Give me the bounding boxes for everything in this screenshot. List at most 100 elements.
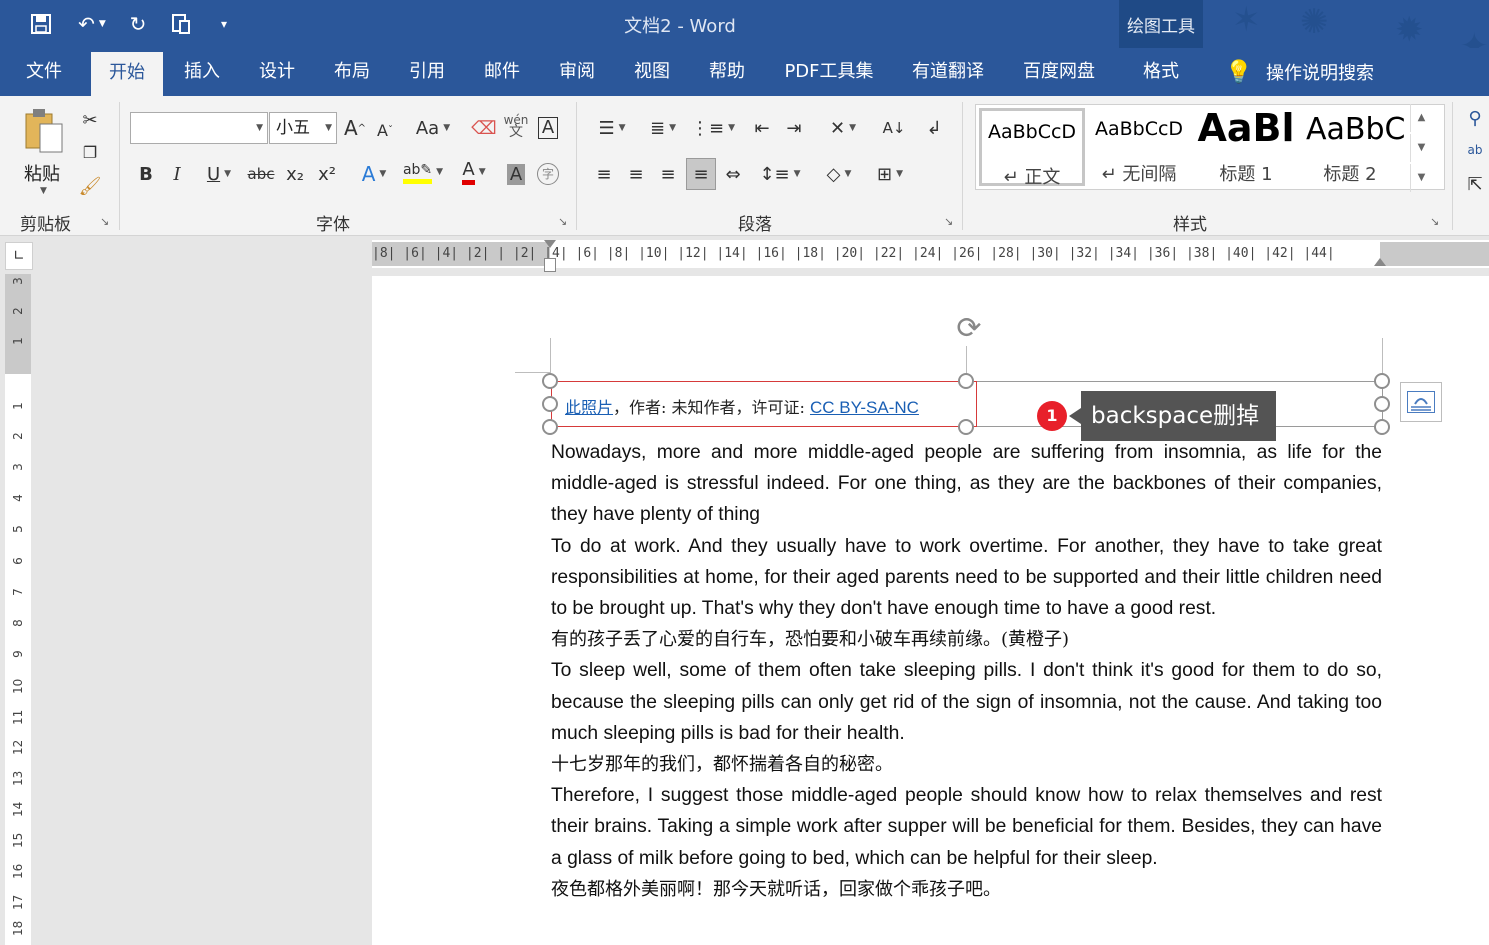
- align-left-icon[interactable]: ≡: [590, 160, 618, 188]
- resize-handle[interactable]: [958, 419, 974, 435]
- resize-handle[interactable]: [542, 373, 558, 389]
- format-painter-icon[interactable]: 🖌: [78, 172, 102, 200]
- paragraph[interactable]: 十七岁那年的我们，都怀揣着各自的秘密。: [551, 749, 1382, 780]
- strikethrough-button[interactable]: abc: [246, 160, 276, 188]
- style-no-spacing[interactable]: AaBbCcD ↵ 无间隔: [1086, 108, 1192, 186]
- tab-design[interactable]: 设计: [241, 48, 313, 96]
- shrink-font-button[interactable]: Aˇ: [372, 116, 398, 144]
- distributed-icon[interactable]: ⇔: [720, 160, 746, 188]
- paragraph[interactable]: To do at work. And they usually have to …: [551, 531, 1382, 625]
- cut-icon[interactable]: ✂: [78, 106, 102, 134]
- tab-view[interactable]: 视图: [616, 48, 688, 96]
- clear-formatting-icon[interactable]: ⌫: [470, 114, 498, 142]
- show-marks-icon[interactable]: ↲: [920, 114, 948, 142]
- first-line-indent-marker[interactable]: [544, 240, 556, 248]
- tab-pdf-tools[interactable]: PDF工具集: [772, 48, 886, 96]
- gallery-scroll-up-icon[interactable]: ▲: [1410, 104, 1432, 132]
- increase-indent-icon[interactable]: ⇥: [780, 114, 808, 142]
- copy-icon[interactable]: ❐: [78, 138, 102, 166]
- bold-button[interactable]: B: [134, 160, 158, 188]
- gallery-scroll-down-icon[interactable]: ▼: [1410, 134, 1432, 162]
- style-heading-2[interactable]: AaBbC 标题 2: [1300, 108, 1410, 186]
- subscript-button[interactable]: x₂: [282, 160, 308, 188]
- font-name-combo[interactable]: ▼: [130, 112, 268, 144]
- tab-mailings[interactable]: 邮件: [466, 48, 538, 96]
- resize-handle[interactable]: [1374, 396, 1390, 412]
- text-effects-button[interactable]: A ▼: [354, 160, 394, 188]
- paragraph[interactable]: 有的孩子丢了心爱的自行车，恐怕要和小破车再续前缘。(黄橙子): [551, 624, 1382, 655]
- enclose-characters-button[interactable]: 字: [535, 160, 561, 188]
- character-shading-button[interactable]: A: [504, 160, 528, 188]
- style-name: ↵ 无间隔: [1101, 164, 1177, 185]
- tab-home[interactable]: 开始: [91, 52, 163, 96]
- grow-font-button[interactable]: A ^: [342, 114, 368, 142]
- bullets-button[interactable]: ☰ ▼: [590, 114, 634, 142]
- paragraph[interactable]: Therefore, I suggest those middle-aged p…: [551, 780, 1382, 874]
- highlight-button[interactable]: ab✎ ▼: [400, 158, 446, 186]
- style-normal[interactable]: AaBbCcD ↵ 正文: [979, 108, 1085, 188]
- resize-handle[interactable]: [542, 396, 558, 412]
- resize-handle[interactable]: [958, 373, 974, 389]
- document-body[interactable]: Nowadays, more and more middle-aged peop…: [551, 437, 1382, 905]
- underline-button[interactable]: U ▼: [196, 160, 242, 188]
- chevron-down-icon: ▼: [896, 169, 903, 179]
- select-icon[interactable]: ⇱: [1462, 170, 1488, 198]
- rotate-icon[interactable]: ⟳: [950, 312, 988, 346]
- tab-review[interactable]: 审阅: [541, 48, 613, 96]
- paragraph[interactable]: Nowadays, more and more middle-aged peop…: [551, 437, 1382, 531]
- tab-insert[interactable]: 插入: [166, 48, 238, 96]
- sort-icon[interactable]: A↓: [880, 114, 908, 142]
- line-spacing-button[interactable]: ↕≡ ▼: [758, 160, 802, 188]
- gallery-more-icon[interactable]: ▼: [1410, 164, 1432, 192]
- line-spacing-icon: ↕≡: [759, 163, 790, 185]
- clipboard-group-label: 剪贴板: [20, 215, 71, 235]
- multilevel-list-button[interactable]: ⋮≡ ▼: [691, 114, 735, 142]
- font-launcher-icon[interactable]: ↘: [558, 216, 570, 228]
- font-size-combo[interactable]: 小五 ▼: [269, 112, 337, 144]
- font-color-button[interactable]: A ▼: [452, 158, 496, 186]
- resize-handle[interactable]: [1374, 373, 1390, 389]
- character-border-button[interactable]: A: [535, 114, 561, 142]
- tab-youdao-translate[interactable]: 有道翻译: [900, 48, 996, 96]
- find-icon[interactable]: ⚲: [1462, 104, 1488, 132]
- license-link[interactable]: CC BY-SA-NC: [810, 398, 919, 417]
- tell-me-search[interactable]: 💡 操作说明搜索: [1222, 48, 1374, 96]
- tab-file[interactable]: 文件: [8, 48, 80, 96]
- change-case-button[interactable]: Aa ▼: [410, 114, 456, 142]
- clipboard-launcher-icon[interactable]: ↘: [100, 216, 112, 228]
- resize-handle[interactable]: [1374, 419, 1390, 435]
- chevron-down-icon: ▼: [669, 123, 676, 133]
- align-right-icon[interactable]: ≡: [654, 160, 682, 188]
- tab-selector[interactable]: ∟: [5, 242, 33, 270]
- vertical-ruler[interactable]: 3 2 1 1 2 3 4 5 6 7 8 9 10 11 12 13 14 1…: [5, 274, 31, 945]
- superscript-button[interactable]: x²: [314, 160, 340, 188]
- italic-button[interactable]: I: [165, 160, 189, 188]
- phonetic-guide-button[interactable]: wén 文: [502, 112, 530, 140]
- shading-button[interactable]: ◇ ▼: [816, 160, 862, 188]
- replace-icon[interactable]: ab: [1462, 136, 1488, 164]
- numbering-button[interactable]: ≣ ▼: [640, 114, 686, 142]
- asian-layout-button[interactable]: ✕ ▼: [820, 114, 866, 142]
- resize-handle[interactable]: [542, 419, 558, 435]
- decrease-indent-icon[interactable]: ⇤: [748, 114, 776, 142]
- borders-button[interactable]: ⊞ ▼: [868, 160, 912, 188]
- align-center-icon[interactable]: ≡: [622, 160, 650, 188]
- paragraph[interactable]: 夜色都格外美丽啊！那今天就听话，回家做个乖孩子吧。: [551, 874, 1382, 905]
- style-heading-1[interactable]: AaBl 标题 1: [1193, 106, 1299, 186]
- tab-baidu-netdisk[interactable]: 百度网盘: [1011, 48, 1107, 96]
- tab-format[interactable]: 格式: [1119, 48, 1203, 96]
- tab-help[interactable]: 帮助: [691, 48, 763, 96]
- hanging-indent-marker[interactable]: [544, 258, 556, 272]
- layout-options-button[interactable]: [1400, 382, 1442, 422]
- horizontal-ruler[interactable]: |8| |6| |4| |2| | |2| |4| |6| |8| |10| |…: [372, 240, 1489, 272]
- ruler-number: 1: [11, 402, 25, 410]
- justify-icon[interactable]: ≡: [686, 158, 716, 190]
- paste-button[interactable]: 粘贴 ▼: [16, 104, 72, 200]
- photo-link[interactable]: 此照片: [565, 398, 613, 417]
- styles-launcher-icon[interactable]: ↘: [1430, 216, 1442, 228]
- tab-layout[interactable]: 布局: [316, 48, 388, 96]
- paragraph[interactable]: To sleep well, some of them often take s…: [551, 655, 1382, 749]
- paragraph-launcher-icon[interactable]: ↘: [944, 216, 956, 228]
- tab-references[interactable]: 引用: [391, 48, 463, 96]
- right-indent-marker[interactable]: [1374, 258, 1386, 266]
